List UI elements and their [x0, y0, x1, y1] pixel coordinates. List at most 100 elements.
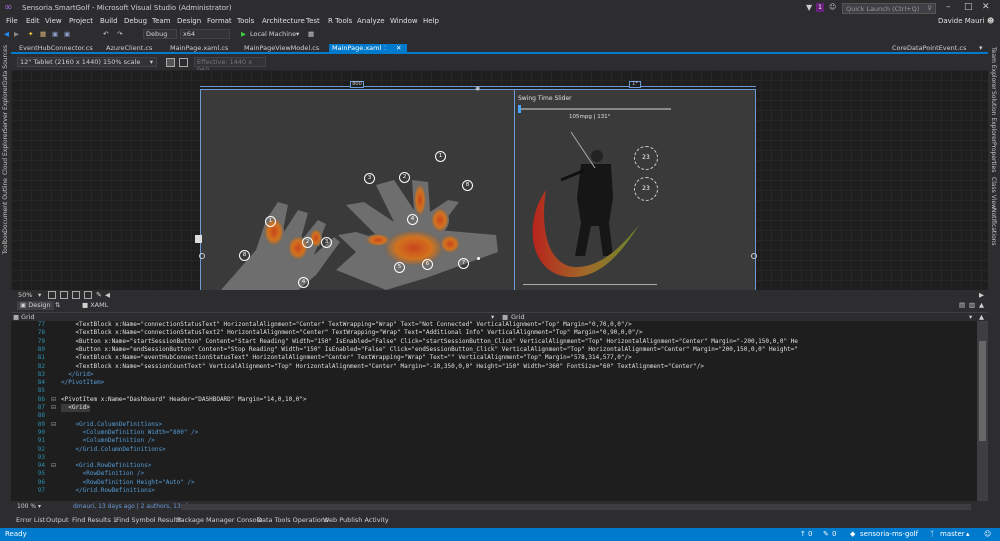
menu-test[interactable]: Test: [306, 17, 320, 25]
zoom-chevron-icon[interactable]: ▾: [38, 291, 41, 299]
split-horizontal-icon[interactable]: ▤: [959, 301, 965, 309]
scroll-right-icon[interactable]: ▶: [979, 291, 984, 299]
code-line[interactable]: 82 <TextBlock x:Name="sessionCountText" …: [11, 363, 977, 371]
menu-r-tools[interactable]: R Tools: [328, 17, 352, 25]
sensor-label[interactable]: 6: [422, 259, 433, 270]
maximize-button[interactable]: □: [964, 2, 973, 12]
zoom-level[interactable]: 50%: [18, 291, 32, 299]
feedback-smiley-icon[interactable]: ☺: [984, 530, 991, 538]
rail-toolbox[interactable]: Toolbox: [2, 232, 9, 255]
run-target-chevron-icon[interactable]: ▾: [296, 30, 299, 38]
feedback-icon[interactable]: ☺: [829, 3, 836, 11]
repo-icon[interactable]: ◆: [850, 530, 855, 538]
pending-changes-icon[interactable]: ✎: [823, 530, 829, 538]
branch-chevron-icon[interactable]: ▴: [966, 530, 970, 538]
tab-mainpage-xaml-cs[interactable]: MainPage.xaml.cs: [167, 44, 231, 53]
redo-icon[interactable]: ↷: [117, 30, 122, 38]
sensor-label[interactable]: 5: [394, 262, 405, 273]
snap-grid-icon[interactable]: [60, 291, 68, 299]
swing-slider-track[interactable]: [518, 108, 671, 110]
code-line[interactable]: 92 </Grid.ColumnDefinitions>: [11, 446, 977, 454]
tab-mainpageviewmodel[interactable]: MainPageViewModel.cs: [241, 44, 322, 53]
code-line[interactable]: 77 <TextBlock x:Name="connectionStatusTe…: [11, 321, 977, 329]
rail-document-outline[interactable]: Document Outline: [2, 178, 9, 233]
tab-mainpage-xaml[interactable]: MainPage.xaml ⁚ ✕: [329, 44, 407, 53]
sensor-label[interactable]: 2: [399, 172, 410, 183]
rail-notifications[interactable]: Notifications: [990, 208, 997, 246]
editor-vertical-scrollbar[interactable]: [977, 321, 988, 501]
tab-close-icon[interactable]: ✕: [396, 44, 401, 53]
row-handle-left[interactable]: [199, 253, 205, 259]
split-vertical-icon[interactable]: ▥: [969, 301, 975, 309]
lock-icon[interactable]: ◉: [475, 85, 480, 92]
sensor-label[interactable]: 2: [302, 237, 313, 248]
undo-icon[interactable]: ↶: [103, 30, 108, 38]
start-debugging-icon[interactable]: ▶: [241, 30, 246, 38]
sensor-label[interactable]: 3: [321, 237, 332, 248]
fold-toggle-icon[interactable]: ⊟: [51, 462, 56, 469]
fold-toggle-icon[interactable]: ⊟: [51, 404, 56, 411]
sensor-label[interactable]: 4: [407, 214, 418, 225]
breadcrumb-left-chevron-icon[interactable]: ▾: [491, 313, 494, 321]
rail-team-explorer[interactable]: Team Explorer: [990, 47, 997, 90]
account-icon[interactable]: ☻: [987, 17, 994, 25]
artboard-icon[interactable]: [72, 291, 80, 299]
tab-overflow-icon[interactable]: ▾: [979, 44, 983, 52]
code-line[interactable]: 87 <Grid>: [11, 404, 977, 412]
forward-icon[interactable]: ▶: [14, 30, 19, 38]
save-all-icon[interactable]: ▣: [64, 30, 70, 38]
tab-output[interactable]: Output: [46, 516, 69, 524]
notification-badge[interactable]: 1: [816, 3, 824, 12]
save-icon[interactable]: ▣: [52, 30, 58, 38]
breadcrumb-right-chevron-icon[interactable]: ▾: [969, 313, 972, 321]
code-line[interactable]: 89 <Grid.ColumnDefinitions>: [11, 421, 977, 429]
tab-error-list[interactable]: Error List: [16, 516, 45, 524]
menu-project[interactable]: Project: [69, 17, 93, 25]
breadcrumb-right[interactable]: Grid: [511, 313, 525, 321]
branch-icon[interactable]: ᛉ: [930, 530, 934, 538]
menu-architecture[interactable]: Architecture: [262, 17, 305, 25]
editor-zoom-chevron-icon[interactable]: ▾: [38, 503, 41, 510]
menu-design[interactable]: Design: [177, 17, 201, 25]
editor-zoom[interactable]: 100 %: [17, 503, 36, 510]
column-width-label[interactable]: 800: [350, 81, 364, 88]
rail-properties[interactable]: Properties: [990, 142, 997, 172]
code-line[interactable]: 79 <Button x:Name="startSessionButton" C…: [11, 338, 977, 346]
column-star-label[interactable]: 1*: [629, 81, 641, 88]
stat-circle-a[interactable]: 23: [634, 146, 658, 170]
stat-circle-b[interactable]: 23: [634, 177, 658, 201]
snap-lines-icon[interactable]: [84, 291, 92, 299]
code-line[interactable]: 83 </Grid>: [11, 371, 977, 379]
pin-icon[interactable]: ⁚: [384, 44, 386, 53]
user-name[interactable]: Davide Mauri: [938, 17, 984, 25]
tab-web-publish-activity[interactable]: Web Publish Activity: [323, 516, 389, 524]
split-editor-icon[interactable]: ▲: [979, 313, 984, 321]
menu-file[interactable]: File: [6, 17, 18, 25]
code-line[interactable]: 81 <TextBlock x:Name="eventHubConnection…: [11, 354, 977, 362]
portrait-icon[interactable]: [179, 58, 188, 67]
back-icon[interactable]: ◀: [4, 30, 9, 38]
menu-view[interactable]: View: [45, 17, 62, 25]
rail-cloud-explorer[interactable]: Cloud Explorer: [2, 131, 9, 175]
disable-code-icon[interactable]: ✎: [96, 291, 102, 299]
tab-data-tools-operations[interactable]: Data Tools Operations: [257, 516, 328, 524]
xaml-code-editor[interactable]: 77 <TextBlock x:Name="connectionStatusTe…: [11, 321, 977, 501]
scrollbar-thumb[interactable]: [979, 341, 986, 441]
minimize-button[interactable]: –: [946, 2, 951, 12]
new-project-icon[interactable]: ✦: [28, 30, 33, 38]
menu-team[interactable]: Team: [152, 17, 171, 25]
code-line[interactable]: 94 <Grid.RowDefinitions>: [11, 462, 977, 470]
sensor-label[interactable]: 8: [462, 180, 473, 191]
code-line[interactable]: 85: [11, 387, 977, 395]
xaml-tab[interactable]: ■ XAML: [82, 301, 108, 309]
sensor-label[interactable]: 4: [298, 277, 309, 288]
close-button[interactable]: ✕: [982, 2, 990, 12]
sensor-label[interactable]: 1: [435, 151, 446, 162]
branch-name[interactable]: master: [940, 530, 965, 538]
tab-package-manager-console[interactable]: Package Manager Console: [177, 516, 262, 524]
grid-toggle-icon[interactable]: [48, 291, 56, 299]
tab-find-symbol-results[interactable]: Find Symbol Results: [116, 516, 181, 524]
menu-edit[interactable]: Edit: [26, 17, 40, 25]
menu-help[interactable]: Help: [423, 17, 439, 25]
sensor-label[interactable]: 8: [239, 250, 250, 261]
